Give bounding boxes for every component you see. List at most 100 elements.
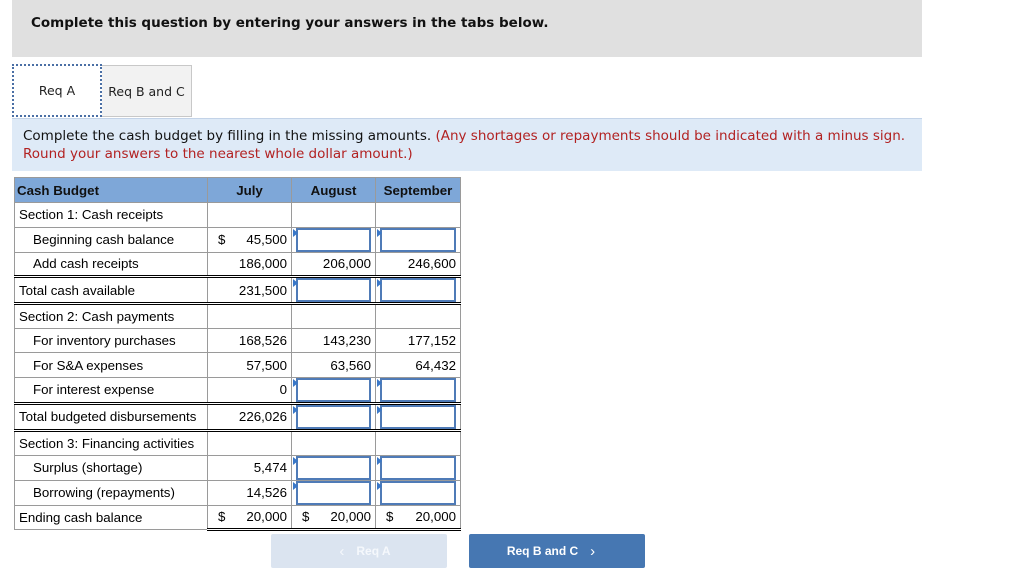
table-row-section1: Section 1: Cash receipts [14,202,461,228]
row-label: Total budgeted disbursements [14,401,208,431]
august-borrowing-input[interactable] [296,480,371,505]
august-ending-cash: $20,000 [291,504,376,532]
tab-req-a[interactable]: Req A [12,64,102,117]
instruction-bar: Complete this question by entering your … [12,0,922,57]
next-req-b-and-c-button[interactable]: Req B and C › [469,534,645,568]
july-surplus: 5,474 [207,454,292,481]
table-header-row: Cash Budget July August September [14,177,461,203]
august-surplus-input[interactable] [296,455,371,480]
august-sa: 63,560 [291,352,376,378]
header-september: September [375,177,461,203]
row-label: Beginning cash balance [14,226,208,253]
chevron-right-icon: › [590,542,596,560]
august-interest-input[interactable] [296,377,371,402]
next-button-label: Req B and C [506,544,579,558]
row-label: Section 2: Cash payments [14,302,208,329]
july-interest: 0 [207,376,292,404]
july-ending-cash: $20,000 [207,504,292,532]
september-borrowing-input[interactable] [380,480,456,505]
september-total-disbursements-cell [375,401,461,431]
empty-cell [207,202,292,228]
september-surplus-cell [375,454,461,481]
prev-req-a-button[interactable]: ‹ Req A [271,534,447,568]
empty-cell [207,302,292,329]
value: 20,000 [246,509,287,525]
row-label: Surplus (shortage) [14,454,208,481]
august-beginning-cash-cell [291,226,376,253]
july-total-disbursements: 226,026 [207,401,292,431]
september-total-disbursements-input[interactable] [380,404,456,429]
table-row-borrowing: Borrowing (repayments) 14,526 [14,479,461,506]
august-surplus-cell [291,454,376,481]
chevron-left-icon: ‹ [339,542,345,560]
row-label: For S&A expenses [14,352,208,378]
september-sa: 64,432 [375,352,461,378]
table-row-section3: Section 3: Financing activities [14,428,461,456]
table-row-total-cash-available: Total cash available 231,500 [14,275,461,305]
empty-cell [291,302,376,329]
table-row-section2: Section 2: Cash payments [14,302,461,329]
table-row-beginning-cash: Beginning cash balance $45,500 [14,226,461,253]
tab-bar: Req A Req B and C [12,64,192,118]
empty-cell [207,428,292,456]
empty-cell [291,202,376,228]
july-sa: 57,500 [207,352,292,378]
dollar-sign: $ [218,232,226,248]
row-label: Borrowing (repayments) [14,479,208,506]
july-borrowing: 14,526 [207,479,292,506]
august-interest-cell [291,376,376,404]
dollar-sign: $ [302,509,310,525]
august-total-disbursements-cell [291,401,376,431]
table-row-cash-receipts: Add cash receipts 186,000 206,000 246,60… [14,251,461,278]
value: 45,500 [246,232,287,248]
july-beginning-cash: $45,500 [207,226,292,253]
september-interest-input[interactable] [380,377,456,402]
header-cash-budget: Cash Budget [14,177,208,203]
table-row-total-disbursements: Total budgeted disbursements 226,026 [14,401,461,431]
row-label: For inventory purchases [14,327,208,354]
september-inventory: 177,152 [375,327,461,354]
september-ending-cash: $20,000 [375,504,461,532]
august-total-available-cell [291,275,376,305]
cash-budget-table: Cash Budget July August September Sectio… [14,177,461,532]
september-total-available-input[interactable] [380,278,456,303]
header-july: July [207,177,292,203]
september-borrowing-cell [375,479,461,506]
table-row-inventory: For inventory purchases 168,526 143,230 … [14,327,461,354]
september-surplus-input[interactable] [380,455,456,480]
dollar-sign: $ [218,509,226,525]
question-prompt: Complete the cash budget by filling in t… [12,118,922,171]
instruction-text: Complete this question by entering your … [31,15,549,31]
prompt-text: Complete the cash budget by filling in t… [23,128,432,144]
table-row-ending-cash: Ending cash balance $20,000 $20,000 $20,… [14,504,461,532]
value: 20,000 [415,509,456,525]
september-beginning-cash-cell [375,226,461,253]
header-august: August [291,177,376,203]
empty-cell [291,428,376,456]
row-label: Total cash available [14,275,208,305]
prev-button-label: Req A [356,544,391,558]
value: 20,000 [330,509,371,525]
row-label: Ending cash balance [14,504,208,531]
table-row-interest: For interest expense 0 [14,376,461,404]
empty-cell [375,202,461,228]
august-total-disbursements-input[interactable] [296,404,371,429]
row-label: Section 1: Cash receipts [14,202,208,228]
empty-cell [375,428,461,456]
september-beginning-cash-input[interactable] [380,227,456,252]
september-receipts: 246,600 [375,251,461,278]
row-label: Section 3: Financing activities [14,428,208,456]
september-total-available-cell [375,275,461,305]
september-interest-cell [375,376,461,404]
july-inventory: 168,526 [207,327,292,354]
august-beginning-cash-input[interactable] [296,227,371,252]
row-label: Add cash receipts [14,251,208,278]
table-row-sa-expenses: For S&A expenses 57,500 63,560 64,432 [14,352,461,378]
august-inventory: 143,230 [291,327,376,354]
tab-req-b-and-c[interactable]: Req B and C [102,65,192,117]
august-borrowing-cell [291,479,376,506]
table-row-surplus: Surplus (shortage) 5,474 [14,454,461,481]
august-total-available-input[interactable] [296,278,371,303]
dollar-sign: $ [386,509,394,525]
july-receipts: 186,000 [207,251,292,278]
